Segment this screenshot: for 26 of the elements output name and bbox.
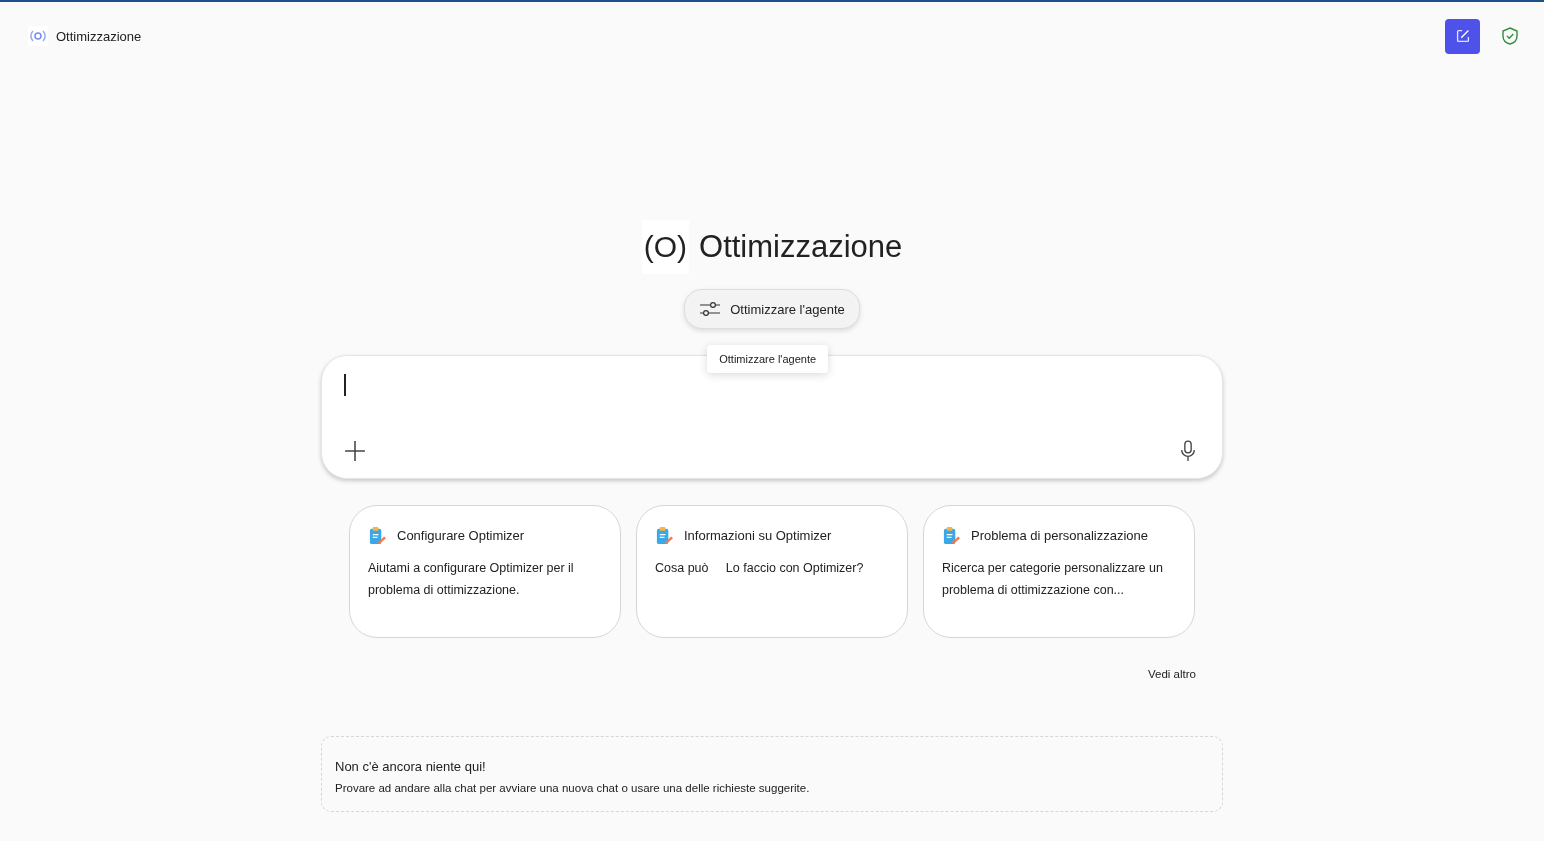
prompt-title: Problema di personalizzazione	[971, 528, 1149, 543]
prompt-title: Configurare Optimizer	[397, 528, 525, 543]
prompt-card[interactable]: Problema di personalizzazione Ricerca per categorie personalizzare un problema di ottimizzazione con...	[923, 505, 1195, 638]
chat-input-field[interactable]	[321, 355, 1223, 479]
optimize-agent-button[interactable]: Ottimizzare l'agente	[684, 289, 860, 329]
see-more-link[interactable]: Vedi altro	[1148, 668, 1196, 680]
prompt-text: Ricerca per categorie personalizzare un problema di ottimizzazione con...	[942, 560, 1164, 599]
notepad-pencil-icon	[655, 526, 674, 545]
prompt-card[interactable]: Configurare Optimizer Aiutami a configurare Optimizer per il problema di ottimizzazione.	[349, 505, 621, 638]
add-icon[interactable]	[344, 440, 366, 462]
app-title: Ottimizzazione	[56, 28, 142, 44]
empty-title: Non c'è ancora niente qui!	[335, 759, 487, 774]
prompt-text: Aiutami a configurare Optimizer per il problema di ottimizzazione.	[368, 560, 575, 599]
tooltip: Ottimizzare l'agente	[707, 345, 829, 373]
prompt-card[interactable]: Informazioni su Optimizer Cosa può Lo faccio con Optimizer?	[636, 505, 908, 638]
empty-text: Provare ad andare alla chat per avviare una nuova chat o usare una delle richieste suggerite.	[335, 782, 811, 794]
shield-check-icon[interactable]	[1500, 26, 1520, 46]
microphone-icon[interactable]	[1179, 440, 1197, 462]
agent-title: Ottimizzazione	[699, 229, 903, 265]
new-chat-button[interactable]	[1445, 18, 1480, 54]
prompt-title: Informazioni su Optimizer	[684, 528, 832, 543]
agent-logo: (O)	[641, 220, 689, 274]
prompt-text: Cosa può Lo faccio con Optimizer?	[655, 560, 865, 577]
notepad-pencil-icon	[368, 526, 387, 545]
notepad-pencil-icon	[942, 526, 961, 545]
sliders-icon	[699, 300, 722, 318]
